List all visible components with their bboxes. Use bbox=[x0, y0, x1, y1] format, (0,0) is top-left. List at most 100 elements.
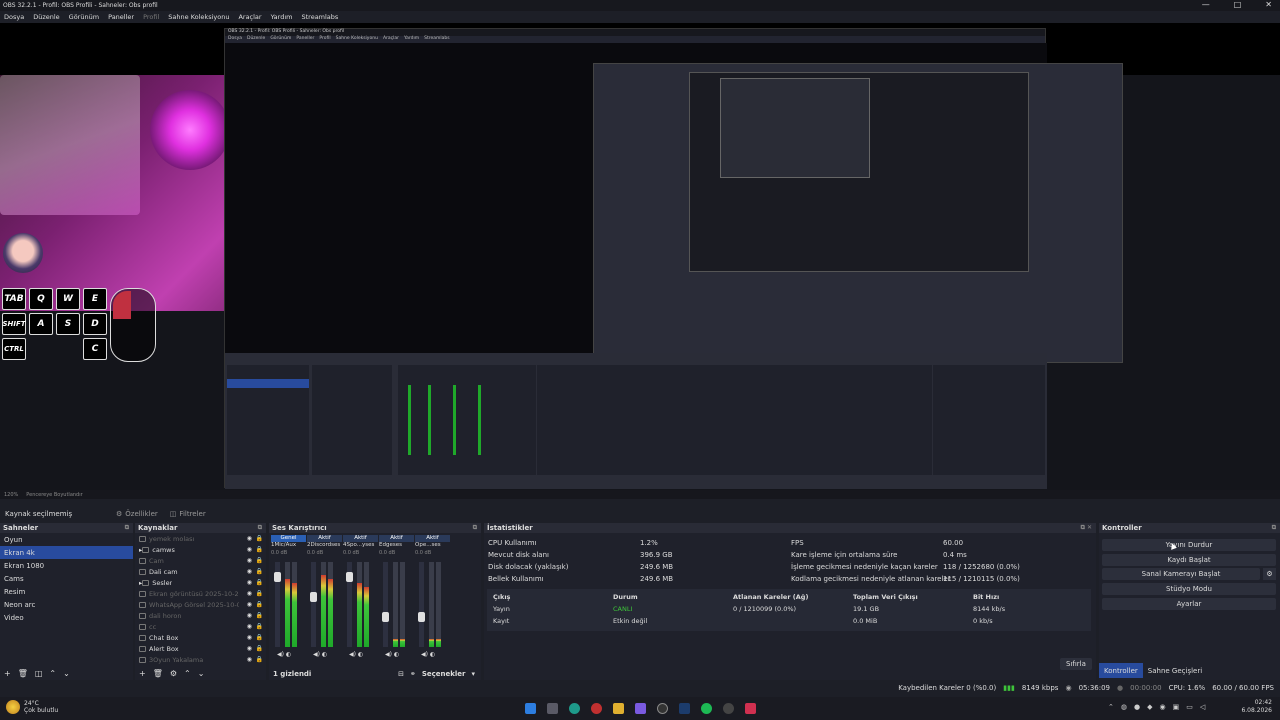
lock-icon[interactable]: 🔒 bbox=[256, 656, 263, 663]
source-item[interactable]: cc ◉ 🔒 bbox=[135, 621, 266, 632]
menu-sahne-koleksiyonu[interactable]: Sahne Koleksiyonu bbox=[168, 13, 229, 21]
headphone-icon[interactable]: ◐ bbox=[322, 651, 327, 658]
eye-icon[interactable]: ◉ bbox=[247, 535, 252, 542]
source-item[interactable]: Alert Box ◉ 🔒 bbox=[135, 643, 266, 654]
scene-item[interactable]: Ekran 1080 bbox=[0, 559, 133, 572]
link-icon[interactable]: ⚭ bbox=[410, 670, 416, 678]
scene-item[interactable]: Resim bbox=[0, 585, 133, 598]
source-item[interactable]: Cam ◉ 🔒 bbox=[135, 555, 266, 566]
opera-icon[interactable] bbox=[591, 703, 602, 714]
tab-scene-transitions[interactable]: Sahne Geçişleri bbox=[1143, 663, 1207, 678]
lock-icon[interactable]: 🔒 bbox=[256, 546, 263, 553]
fit-to-window[interactable]: Pencereye Boyutlandır bbox=[26, 492, 82, 498]
source-item[interactable]: ▸ Sesler ◉ 🔒 bbox=[135, 577, 266, 588]
lock-icon[interactable]: 🔒 bbox=[256, 568, 263, 575]
task-view-icon[interactable] bbox=[547, 703, 558, 714]
fader-knob[interactable] bbox=[418, 612, 425, 622]
volume-fader[interactable] bbox=[274, 562, 281, 647]
lock-icon[interactable]: 🔒 bbox=[256, 634, 263, 641]
channel-name[interactable]: 2Discordses bbox=[307, 542, 342, 550]
dock-menu-icon[interactable]: ⧉ bbox=[1272, 524, 1276, 532]
tab-controls[interactable]: Kontroller bbox=[1099, 663, 1143, 678]
settings-button[interactable]: Ayarlar bbox=[1102, 598, 1276, 610]
source-item[interactable]: Ekran görüntüsü 2025-10-21 ◉ 🔒 bbox=[135, 588, 266, 599]
channel-name[interactable]: Ope...ses bbox=[415, 542, 450, 550]
tray-app-icon[interactable]: ▣ bbox=[1173, 703, 1180, 711]
volume-fader[interactable] bbox=[418, 562, 425, 647]
source-item[interactable]: dali horon ◉ 🔒 bbox=[135, 610, 266, 621]
add-icon[interactable]: + bbox=[4, 669, 11, 678]
obs-icon[interactable] bbox=[657, 703, 668, 714]
scene-item[interactable]: Cams bbox=[0, 572, 133, 585]
volume-fader[interactable] bbox=[382, 562, 389, 647]
eye-icon[interactable]: ◉ bbox=[247, 623, 252, 630]
network-icon[interactable]: ▭ bbox=[1186, 703, 1193, 711]
settings-app-icon[interactable] bbox=[723, 703, 734, 714]
headphone-icon[interactable]: ◐ bbox=[394, 651, 399, 658]
eye-icon[interactable]: ◉ bbox=[247, 557, 252, 564]
filter-icon[interactable]: ◫ bbox=[35, 669, 43, 678]
start-virtualcam-button[interactable]: Sanal Kamerayı Başlat bbox=[1102, 568, 1260, 580]
menu-profil[interactable]: Profil bbox=[143, 13, 159, 21]
eye-icon[interactable]: ◉ bbox=[247, 656, 252, 663]
lock-icon[interactable]: 🔒 bbox=[256, 535, 263, 542]
spotify-icon[interactable] bbox=[701, 703, 712, 714]
eye-icon[interactable]: ◉ bbox=[247, 612, 252, 619]
fader-knob[interactable] bbox=[382, 612, 389, 622]
speaker-icon[interactable]: ◀) bbox=[385, 651, 392, 658]
eye-icon[interactable]: ◉ bbox=[247, 568, 252, 575]
lock-icon[interactable]: 🔒 bbox=[256, 579, 263, 586]
preview-canvas[interactable]: TAB Q W E SHIFT A S D CTRL C OBS 32.2.1 … bbox=[0, 23, 1280, 490]
filters-button[interactable]: ◫ Filtreler bbox=[164, 508, 212, 520]
tray-app-icon[interactable]: ◉ bbox=[1159, 703, 1165, 711]
menu-yardim[interactable]: Yardım bbox=[271, 13, 293, 21]
dock-menu-icon[interactable]: ⧉ bbox=[125, 524, 129, 532]
menu-duzenle[interactable]: Düzenle bbox=[33, 13, 59, 21]
tray-app-icon[interactable]: ◍ bbox=[1121, 703, 1127, 711]
close-icon[interactable]: ✕ bbox=[1265, 0, 1272, 9]
tray-app-icon[interactable]: ● bbox=[1134, 703, 1140, 711]
windows-start-icon[interactable] bbox=[525, 703, 536, 714]
chevron-down-icon[interactable]: ⌄ bbox=[198, 669, 205, 678]
volume-icon[interactable]: ◁ bbox=[1200, 703, 1205, 711]
dock-menu-icon[interactable]: ⧉ ✕ bbox=[1081, 524, 1092, 532]
headphone-icon[interactable]: ◐ bbox=[286, 651, 291, 658]
lock-icon[interactable]: 🔒 bbox=[256, 623, 263, 630]
speaker-icon[interactable]: ◀) bbox=[349, 651, 356, 658]
volume-fader[interactable] bbox=[346, 562, 353, 647]
lock-icon[interactable]: 🔒 bbox=[256, 590, 263, 597]
source-item[interactable]: yemek molası ◉ 🔒 bbox=[135, 533, 266, 544]
volume-fader[interactable] bbox=[310, 562, 317, 647]
system-clock[interactable]: 02:42 6.08.2026 bbox=[1241, 699, 1272, 715]
zoom-level[interactable]: 120% bbox=[4, 492, 18, 498]
trash-icon[interactable]: 🗑 bbox=[18, 669, 28, 678]
scene-item[interactable]: Ekran 4k bbox=[0, 546, 133, 559]
scene-item[interactable]: Video bbox=[0, 611, 133, 624]
channel-name[interactable]: Edgeses bbox=[379, 542, 414, 550]
virtualcam-gear-icon[interactable]: ⚙ bbox=[1263, 568, 1276, 580]
stop-stream-button[interactable]: Yayını Durdur bbox=[1102, 539, 1276, 551]
eye-icon[interactable]: ◉ bbox=[247, 601, 252, 608]
chevron-up-icon[interactable]: ⌃ bbox=[1108, 703, 1114, 711]
channel-name[interactable]: 1Mic/Aux bbox=[271, 542, 306, 550]
chevron-up-icon[interactable]: ⌃ bbox=[184, 669, 191, 678]
discord-icon[interactable] bbox=[635, 703, 646, 714]
chevron-up-icon[interactable]: ⌃ bbox=[49, 669, 56, 678]
weather-widget[interactable]: 24°C Çok bulutlu bbox=[6, 700, 58, 714]
headphone-icon[interactable]: ◐ bbox=[358, 651, 363, 658]
menu-dosya[interactable]: Dosya bbox=[4, 13, 24, 21]
layout-icon[interactable]: ⊟ bbox=[398, 670, 404, 678]
menu-gorunum[interactable]: Görünüm bbox=[69, 13, 99, 21]
fader-knob[interactable] bbox=[346, 572, 353, 582]
source-item[interactable]: WhatsApp Görsel 2025-10-06 ◉ 🔒 bbox=[135, 599, 266, 610]
add-icon[interactable]: + bbox=[139, 669, 146, 678]
lock-icon[interactable]: 🔒 bbox=[256, 612, 263, 619]
mixer-options[interactable]: Seçenekler bbox=[422, 670, 466, 678]
eye-icon[interactable]: ◉ bbox=[247, 590, 252, 597]
channel-name[interactable]: 4Spo...yses bbox=[343, 542, 378, 550]
chevron-down-icon[interactable]: ▾ bbox=[471, 670, 475, 678]
menu-araclar[interactable]: Araçlar bbox=[238, 13, 261, 21]
lock-icon[interactable]: 🔒 bbox=[256, 557, 263, 564]
trash-icon[interactable]: 🗑 bbox=[153, 669, 163, 678]
eye-icon[interactable]: ◉ bbox=[247, 634, 252, 641]
